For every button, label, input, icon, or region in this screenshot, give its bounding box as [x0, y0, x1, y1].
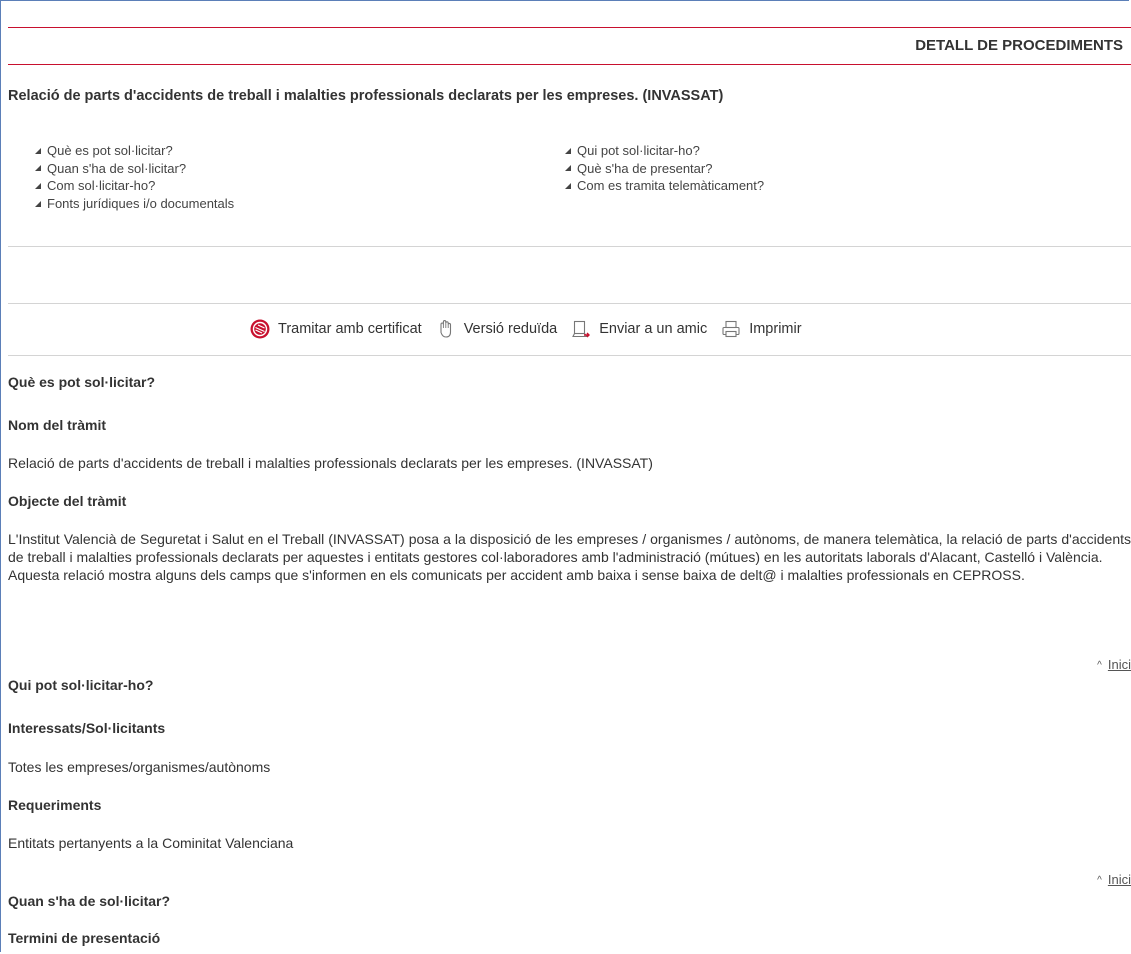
index-link-telematic[interactable]: Com es tramita telemàticament?: [565, 177, 764, 195]
caret-up-icon: ^: [1097, 875, 1102, 886]
triangle-icon: [35, 165, 41, 172]
section-heading-who: Qui pot sol·licitar-ho?: [8, 677, 154, 693]
hand-pointer-icon: [440, 320, 451, 338]
field-value-interested: Totes les empreses/organismes/autònoms: [8, 759, 271, 775]
certificate-label: Tramitar amb certificat: [278, 321, 422, 337]
field-label-requirements: Requeriments: [8, 797, 102, 813]
index-link-label: Quan s'ha de sol·licitar?: [47, 160, 187, 176]
object-paragraph-1: L'Institut Valencià de Seguretat i Salut…: [8, 531, 1131, 565]
reduced-version-label: Versió reduïda: [463, 321, 558, 337]
back-to-top-link[interactable]: ^ Inici: [1097, 657, 1131, 672]
index-column-right: Qui pot sol·licitar-ho? Què s'ha de pres…: [565, 142, 764, 195]
caret-up-icon: ^: [1097, 660, 1102, 671]
printer-icon: [722, 320, 740, 338]
header-divider: [8, 64, 1131, 65]
index-link-label: Com es tramita telemàticament?: [577, 178, 765, 194]
index-link-label: Què es pot sol·licitar?: [47, 143, 173, 158]
procedure-title: Relació de parts d'accidents de treball …: [8, 88, 724, 104]
action-toolbar: Tramitar amb certificat Versió reduïda E…: [250, 314, 950, 344]
triangle-icon: [35, 200, 41, 207]
section-heading-what: Què es pot sol·licitar?: [8, 374, 156, 390]
field-label-deadline: Termini de presentació: [8, 930, 161, 946]
field-label-interested: Interessats/Sol·licitants: [8, 720, 166, 736]
page-header-title: DETALL DE PROCEDIMENTS: [915, 37, 1123, 54]
field-label-object: Objecte del tràmit: [8, 493, 127, 509]
index-link-when[interactable]: Quan s'ha de sol·licitar?: [35, 160, 234, 178]
reduced-version-button[interactable]: Versió reduïda: [436, 319, 558, 339]
field-label-name: Nom del tràmit: [8, 417, 107, 433]
object-paragraph-2: Aquesta relació mostra alguns dels camps…: [8, 567, 1025, 583]
index-link-what[interactable]: Què es pot sol·licitar?: [35, 142, 234, 160]
divider: [8, 355, 1131, 356]
back-to-top-label: Inici: [1107, 872, 1131, 887]
index-link-label: Què s'ha de presentar?: [577, 160, 713, 176]
index-link-present[interactable]: Què s'ha de presentar?: [565, 160, 764, 178]
index-link-label: Com sol·licitar-ho?: [47, 178, 156, 194]
triangle-icon: [565, 165, 571, 172]
triangle-icon: [35, 147, 41, 154]
certificate-button[interactable]: Tramitar amb certificat: [250, 319, 422, 339]
section-heading-when: Quan s'ha de sol·licitar?: [8, 893, 171, 909]
back-to-top-label: Inici: [1107, 657, 1131, 672]
triangle-icon: [35, 182, 41, 189]
divider: [8, 246, 1131, 247]
certificate-icon: [250, 319, 270, 339]
send-friend-label: Enviar a un amic: [599, 321, 708, 337]
print-button[interactable]: Imprimir: [721, 319, 802, 339]
print-label: Imprimir: [749, 321, 802, 337]
top-divider: [8, 27, 1131, 28]
back-to-top-link[interactable]: ^ Inici: [1097, 872, 1131, 887]
index-link-who[interactable]: Qui pot sol·licitar-ho?: [565, 142, 764, 160]
triangle-icon: [565, 147, 571, 154]
divider: [8, 303, 1131, 304]
triangle-icon: [565, 182, 571, 189]
index-link-how[interactable]: Com sol·licitar-ho?: [35, 177, 234, 195]
index-link-label: Fonts jurídiques i/o documentals: [47, 196, 235, 212]
index-column-left: Què es pot sol·licitar? Quan s'ha de sol…: [35, 142, 234, 213]
field-value-requirements: Entitats pertanyents a la Cominitat Vale…: [8, 835, 294, 851]
field-value-name: Relació de parts d'accidents de treball …: [8, 455, 653, 471]
send-friend-button[interactable]: Enviar a un amic: [571, 319, 707, 339]
index-link-sources[interactable]: Fonts jurídiques i/o documentals: [35, 195, 234, 213]
field-value-object: L'Institut Valencià de Seguretat i Salut…: [8, 530, 1131, 584]
send-icon: [572, 320, 591, 338]
index-link-label: Qui pot sol·licitar-ho?: [577, 143, 700, 158]
